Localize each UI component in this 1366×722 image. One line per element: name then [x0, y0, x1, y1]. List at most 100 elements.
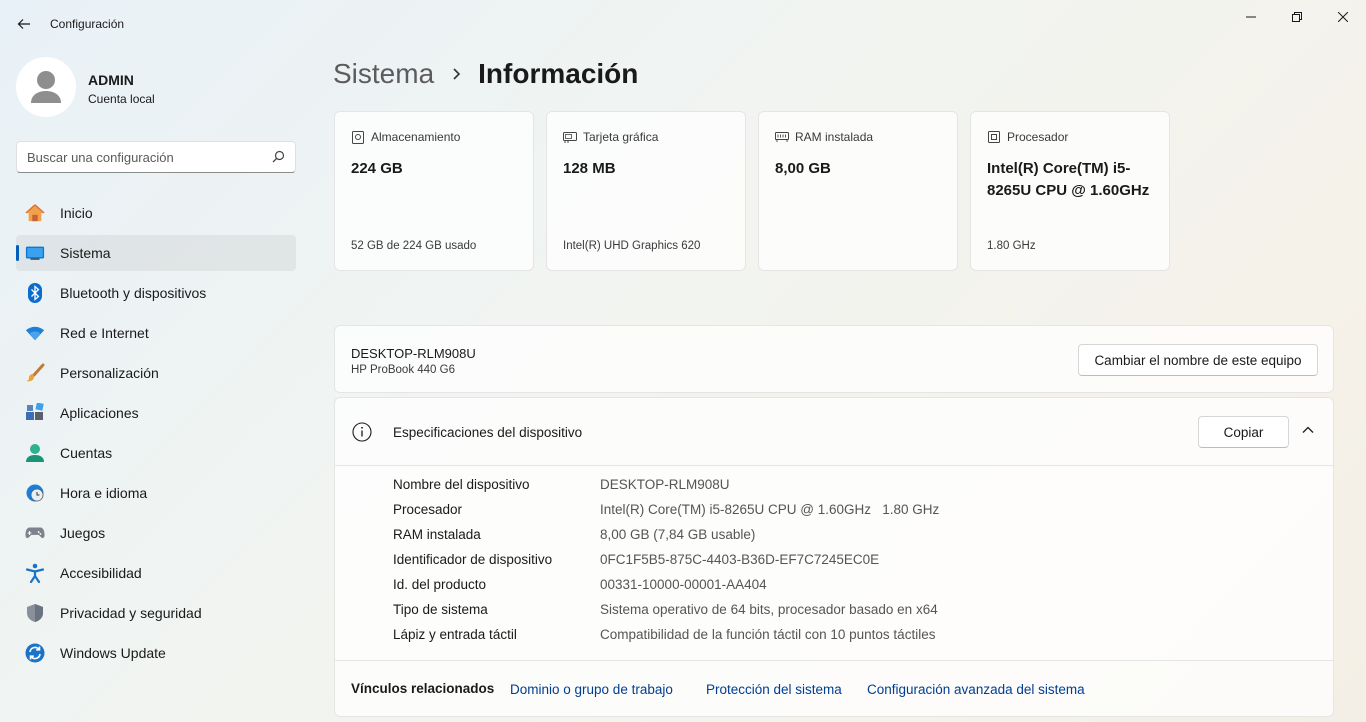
specs-body: Nombre del dispositivo DESKTOP-RLM908U P… [335, 467, 1333, 660]
spec-value: DESKTOP-RLM908U [600, 477, 730, 492]
device-name: DESKTOP-RLM908U [351, 346, 476, 361]
system-icon [25, 243, 45, 263]
sidebar-item-bluetooth[interactable]: Bluetooth y dispositivos [16, 275, 296, 311]
spec-label: Tipo de sistema [393, 602, 488, 617]
card-header: Procesador [987, 130, 1068, 144]
sidebar-item-label: Juegos [60, 525, 106, 541]
close-button[interactable] [1320, 4, 1366, 30]
card-title: Almacenamiento [371, 130, 461, 144]
avatar[interactable] [16, 57, 76, 117]
accounts-icon [25, 443, 45, 463]
spec-label: Nombre del dispositivo [393, 477, 530, 492]
restore-icon [1292, 12, 1302, 22]
ram-icon [775, 130, 789, 144]
rename-pc-button[interactable]: Cambiar el nombre de este equipo [1078, 344, 1318, 376]
sidebar-item-privacidad[interactable]: Privacidad y seguridad [16, 595, 296, 631]
spec-row: Id. del producto 00331-10000-00001-AA404 [393, 577, 767, 597]
spec-label: Id. del producto [393, 577, 487, 592]
spec-row: Tipo de sistema Sistema operativo de 64 … [393, 602, 938, 622]
link-system-protection[interactable]: Protección del sistema [706, 682, 842, 697]
sidebar-item-label: Cuentas [60, 445, 113, 461]
card-value: 128 MB [563, 160, 616, 177]
spec-value: 0FC1F5B5-875C-4403-B36D-EF7C7245EC0E [600, 552, 880, 567]
related-links-title: Vínculos relacionados [351, 681, 495, 696]
back-button[interactable] [10, 10, 38, 38]
search-input[interactable] [17, 142, 257, 172]
wifi-icon [25, 323, 45, 343]
sidebar-item-label: Hora e idioma [60, 485, 148, 501]
link-domain-workgroup[interactable]: Dominio o grupo de trabajo [510, 682, 673, 697]
ram-card[interactable]: RAM instalada 8,00 GB [758, 111, 958, 271]
sidebar-item-cuentas[interactable]: Cuentas [16, 435, 296, 471]
accessibility-icon [25, 563, 45, 583]
sidebar-item-juegos[interactable]: Juegos [16, 515, 296, 551]
copy-button[interactable]: Copiar [1198, 416, 1289, 448]
card-header: RAM instalada [775, 130, 873, 144]
sidebar-item-sistema[interactable]: Sistema [16, 235, 296, 271]
sidebar-item-accesibilidad[interactable]: Accesibilidad [16, 555, 296, 591]
card-value: 8,00 GB [775, 160, 831, 177]
account-type: Cuenta local [88, 92, 155, 106]
bluetooth-icon [25, 283, 45, 303]
spec-value: Compatibilidad de la función táctil con … [600, 627, 936, 642]
minimize-icon [1246, 16, 1256, 18]
card-value: 224 GB [351, 160, 403, 177]
spec-value: Sistema operativo de 64 bits, procesador… [600, 602, 938, 617]
spec-label: Lápiz y entrada táctil [393, 627, 517, 642]
close-icon [1338, 12, 1348, 22]
link-advanced-system-settings[interactable]: Configuración avanzada del sistema [867, 682, 1085, 697]
minimize-button[interactable] [1228, 4, 1274, 30]
sidebar-nav: Inicio Sistema Bluetooth y dispositivos … [16, 195, 296, 675]
sidebar-item-aplicaciones[interactable]: Aplicaciones [16, 395, 296, 431]
app-title: Configuración [50, 17, 125, 31]
cpu-icon [987, 130, 1001, 144]
sidebar-item-label: Personalización [60, 365, 159, 381]
spec-label: Procesador [393, 502, 463, 517]
storage-icon [351, 130, 365, 144]
spec-label: RAM instalada [393, 527, 481, 542]
sidebar-item-hora[interactable]: Hora e idioma [16, 475, 296, 511]
title-bar: Configuración [0, 0, 1366, 48]
spec-row: Identificador de dispositivo 0FC1F5B5-87… [393, 552, 879, 572]
chevron-up-icon[interactable] [1301, 423, 1315, 442]
device-name-panel: DESKTOP-RLM908U HP ProBook 440 G6 Cambia… [334, 325, 1334, 393]
sidebar-item-label: Accesibilidad [60, 565, 142, 581]
chevron-right-icon [452, 67, 462, 81]
info-icon [352, 422, 372, 447]
gamepad-icon [25, 523, 45, 543]
search-icon[interactable] [272, 150, 285, 168]
card-header: Tarjeta gráfica [563, 130, 658, 144]
spec-value: Intel(R) Core(TM) i5-8265U CPU @ 1.60GHz… [600, 502, 940, 517]
sidebar-item-label: Privacidad y seguridad [60, 605, 202, 621]
search-box[interactable] [16, 141, 296, 173]
sidebar-item-windows-update[interactable]: Windows Update [16, 635, 296, 671]
breadcrumb-parent[interactable]: Sistema [333, 58, 434, 90]
device-model: HP ProBook 440 G6 [351, 364, 455, 376]
device-specs-panel: Especificaciones del dispositivo Copiar … [334, 397, 1334, 717]
card-subtitle: 1.80 GHz [987, 240, 1036, 252]
home-icon [25, 203, 45, 223]
sidebar-item-inicio[interactable]: Inicio [16, 195, 296, 231]
spec-row: RAM instalada 8,00 GB (7,84 GB usable) [393, 527, 755, 547]
storage-card[interactable]: Almacenamiento 224 GB 52 GB de 224 GB us… [334, 111, 534, 271]
sidebar-item-personalizacion[interactable]: Personalización [16, 355, 296, 391]
update-icon [25, 643, 45, 663]
gpu-card[interactable]: Tarjeta gráfica 128 MB Intel(R) UHD Grap… [546, 111, 746, 271]
sidebar-item-label: Sistema [60, 245, 111, 261]
sidebar-item-red[interactable]: Red e Internet [16, 315, 296, 351]
specs-title: Especificaciones del dispositivo [393, 425, 583, 440]
specs-header[interactable]: Especificaciones del dispositivo Copiar [335, 398, 1333, 466]
card-title: RAM instalada [795, 130, 874, 144]
related-links: Vínculos relacionados Dominio o grupo de… [335, 660, 1333, 717]
maximize-button[interactable] [1274, 4, 1320, 30]
card-subtitle: 52 GB de 224 GB usado [351, 240, 477, 252]
sidebar-item-label: Windows Update [60, 645, 166, 661]
sidebar-item-label: Aplicaciones [60, 405, 139, 421]
spec-value: 00331-10000-00001-AA404 [600, 577, 767, 592]
spec-value: 8,00 GB (7,84 GB usable) [600, 527, 756, 542]
sidebar-item-label: Bluetooth y dispositivos [60, 285, 207, 301]
cpu-card[interactable]: Procesador Intel(R) Core(TM) i5-8265U CP… [970, 111, 1170, 271]
spec-label: Identificador de dispositivo [393, 552, 553, 567]
card-title: Procesador [1007, 130, 1069, 144]
gpu-icon [563, 130, 577, 144]
